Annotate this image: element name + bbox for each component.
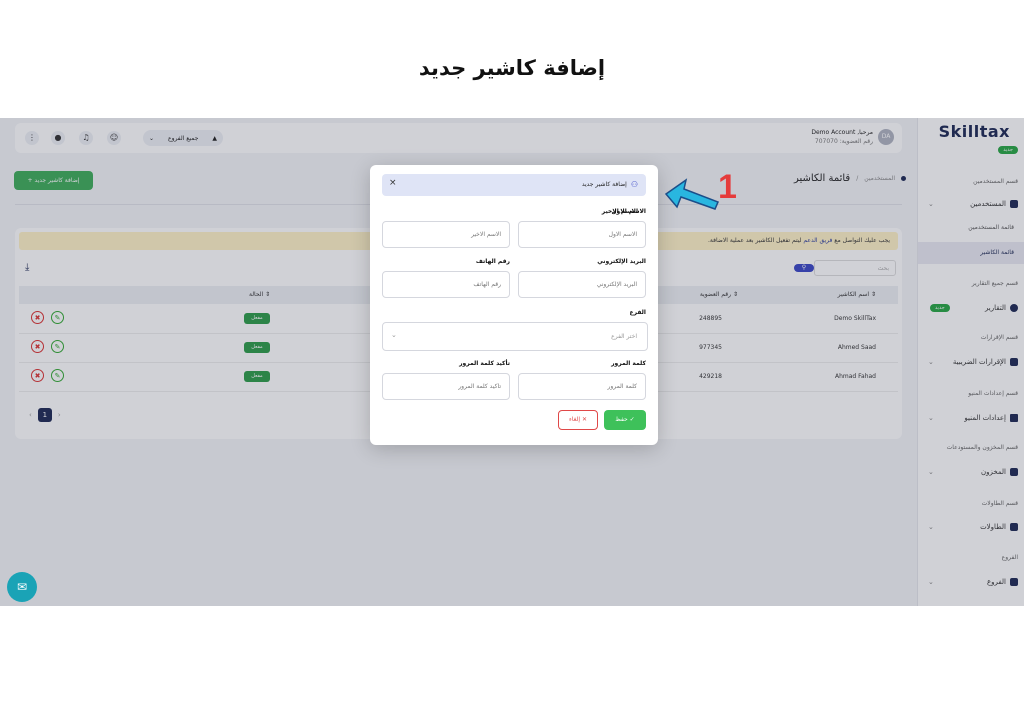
modal-header: ⚇ إضافة كاشير جديد × [382,174,646,196]
close-icon: ✕ [581,416,587,423]
close-icon[interactable]: × [389,178,397,188]
email-label: البريد الإلكتروني [597,258,646,265]
annotation-number: 1 [718,168,737,206]
last-name-label: الاسم الاخير [601,208,638,215]
confirm-password-label: تأكيد كلمة المرور [459,360,510,367]
save-button[interactable]: ✓ حفظ [604,410,646,430]
confirm-password-field[interactable] [382,373,510,400]
phone-label: رقم الهاتف [475,258,510,265]
password-field[interactable] [518,373,646,400]
user-icon: ⚇ [630,180,638,189]
chevron-down-icon: ⌄ [391,331,397,339]
add-cashier-modal: ⚇ إضافة كاشير جديد × الاسم الاول الاسم ال… [370,165,658,445]
phone-field[interactable] [382,271,510,298]
branch-label: الفرع [629,309,646,316]
annotation-arrow-icon [664,178,719,210]
modal-title: إضافة كاشير جديد [581,181,627,188]
last-name-input[interactable] [382,221,510,248]
page-title: إضافة كاشير جديد [418,56,606,80]
email-field[interactable] [518,271,646,298]
chat-icon[interactable]: ✉ [7,572,37,602]
cancel-button[interactable]: ✕ إلغاء [558,410,598,430]
check-icon: ✓ [629,416,635,423]
password-label: كلمة المرور [611,360,646,367]
first-name-input[interactable] [518,221,646,248]
branch-select[interactable]: اختر الفرع ⌄ [382,322,648,351]
